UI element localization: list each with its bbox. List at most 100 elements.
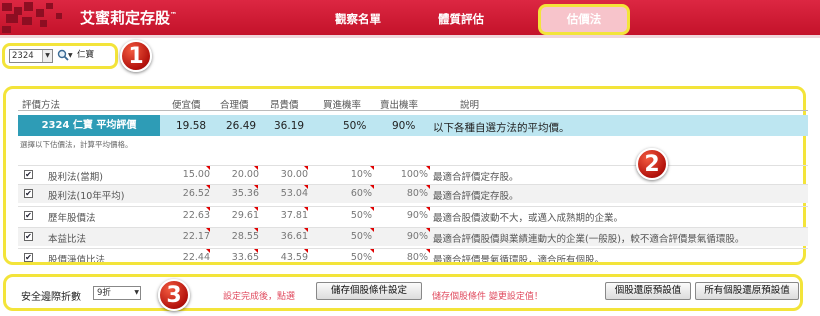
- col-cheap: 便宜價: [172, 100, 201, 111]
- chevron-down-icon[interactable]: ▼: [68, 49, 73, 62]
- reset-stock-default-button[interactable]: 個股還原預設值: [605, 282, 691, 300]
- stock-code-select[interactable]: 2324 ▼: [9, 49, 53, 63]
- tab-watchlist[interactable]: 觀察名單: [335, 11, 381, 27]
- row-sell[interactable]: 100%: [390, 169, 428, 180]
- logo-mosaic-icon: [0, 0, 72, 35]
- row-fair[interactable]: 35.36: [223, 188, 259, 199]
- row-sell[interactable]: 80%: [390, 188, 428, 199]
- row-description: 最適合評價景氣循環股，適合所有個股。: [433, 255, 605, 262]
- edit-marker-icon: [304, 185, 308, 189]
- reset-all-default-button[interactable]: 所有個股還原預設值: [695, 282, 799, 300]
- avg-fair: 26.49: [226, 120, 257, 132]
- row-fair[interactable]: 20.00: [223, 169, 259, 180]
- table-row[interactable]: ✔ 歷年股價法 22.63 29.61 37.81 50% 90% 最適合股價波…: [18, 206, 808, 225]
- row-expensive[interactable]: 30.00: [272, 169, 308, 180]
- discount-select[interactable]: 9折 ▼: [93, 286, 141, 300]
- row-expensive[interactable]: 43.59: [272, 252, 308, 262]
- edit-marker-icon: [206, 228, 210, 232]
- row-checkbox[interactable]: ✔: [24, 253, 33, 262]
- row-cheap[interactable]: 26.52: [174, 188, 210, 199]
- row-sell[interactable]: 90%: [390, 210, 428, 221]
- save-hint-text: 設定完成後，點選: [223, 292, 296, 302]
- step-badge-1: 1: [120, 40, 152, 72]
- edit-marker-icon: [206, 249, 210, 253]
- edit-marker-icon: [426, 228, 430, 232]
- col-method: 評價方法: [22, 100, 61, 111]
- row-fair[interactable]: 28.55: [223, 231, 259, 242]
- row-fair[interactable]: 33.65: [223, 252, 259, 262]
- avg-cheap: 19.58: [176, 120, 207, 132]
- col-expensive: 昂貴價: [270, 100, 299, 111]
- row-method: 歷年股價法: [48, 213, 96, 224]
- edit-marker-icon: [370, 228, 374, 232]
- edit-marker-icon: [426, 185, 430, 189]
- row-buy[interactable]: 50%: [340, 252, 372, 262]
- tab-valuation[interactable]: 估價法: [538, 4, 630, 35]
- edit-marker-icon: [304, 166, 308, 170]
- row-sell[interactable]: 90%: [390, 231, 428, 242]
- stock-name: 仁寶: [77, 50, 95, 60]
- edit-marker-icon: [370, 207, 374, 211]
- col-buy-prob: 買進機率: [323, 100, 362, 111]
- edit-marker-icon: [254, 166, 258, 170]
- safety-margin-label: 安全邊際折數: [21, 292, 81, 303]
- row-description: 最適合評價定存股。: [433, 191, 519, 202]
- edit-marker-icon: [206, 166, 210, 170]
- table-row[interactable]: ✔ 股利法(當期) 15.00 20.00 30.00 10% 100% 最適合…: [18, 165, 808, 184]
- table-row[interactable]: ✔ 本益比法 22.17 28.55 36.61 50% 90% 最適合評價股價…: [18, 227, 808, 246]
- step-badge-3: 3: [158, 279, 190, 311]
- row-fair[interactable]: 29.61: [223, 210, 259, 221]
- row-expensive[interactable]: 36.61: [272, 231, 308, 242]
- edit-marker-icon: [304, 228, 308, 232]
- chevron-down-icon[interactable]: ▼: [134, 287, 139, 299]
- row-description: 最適合評價定存股。: [433, 172, 519, 183]
- row-sell[interactable]: 80%: [390, 252, 428, 262]
- edit-marker-icon: [254, 249, 258, 253]
- col-description: 說明: [460, 100, 480, 111]
- row-buy[interactable]: 50%: [340, 210, 372, 221]
- row-method: 股利法(當期): [48, 172, 103, 183]
- edit-marker-icon: [370, 166, 374, 170]
- col-sell-prob: 賣出機率: [380, 100, 419, 111]
- row-method: 股利法(10年平均): [48, 191, 125, 202]
- edit-marker-icon: [370, 185, 374, 189]
- row-description: 最適合評價股價與業績連動大的企業(一般股)，較不適合評價景氣循環股。: [433, 234, 745, 245]
- edit-marker-icon: [370, 249, 374, 253]
- header-divider: [18, 110, 808, 111]
- edit-marker-icon: [426, 166, 430, 170]
- row-checkbox[interactable]: ✔: [24, 170, 33, 179]
- row-checkbox[interactable]: ✔: [24, 211, 33, 220]
- row-cheap[interactable]: 22.63: [174, 210, 210, 221]
- save-hint-text-2: 儲存個股條件 變更設定值！: [432, 292, 543, 302]
- edit-marker-icon: [254, 228, 258, 232]
- row-buy[interactable]: 10%: [340, 169, 372, 180]
- row-cheap[interactable]: 22.17: [174, 231, 210, 242]
- row-expensive[interactable]: 53.04: [272, 188, 308, 199]
- row-method: 本益比法: [48, 234, 87, 245]
- row-method: 股價淨值比法: [48, 255, 106, 262]
- col-fair: 合理價: [220, 100, 249, 111]
- edit-marker-icon: [426, 207, 430, 211]
- top-header: 艾蜜莉定存股™ 觀察名單 體質評估: [0, 0, 820, 35]
- header-underline: [0, 35, 820, 38]
- row-checkbox[interactable]: ✔: [24, 189, 33, 198]
- chevron-down-icon[interactable]: ▼: [42, 50, 52, 62]
- row-expensive[interactable]: 37.81: [272, 210, 308, 221]
- table-row[interactable]: ✔ 股利法(10年平均) 26.52 35.36 53.04 60% 80% 最…: [18, 184, 808, 203]
- row-buy[interactable]: 50%: [340, 231, 372, 242]
- row-description: 最適合股價波動不大，或邁入成熟期的企業。: [433, 213, 624, 224]
- save-stock-settings-button[interactable]: 儲存個股條件設定: [316, 282, 422, 300]
- row-buy[interactable]: 60%: [340, 188, 372, 199]
- avg-description: 以下各種自選方法的平均價。: [433, 122, 570, 134]
- table-row[interactable]: ✔ 股價淨值比法 22.44 33.65 43.59 50% 80% 最適合評價…: [18, 248, 808, 262]
- stock-selector-box: 2324 ▼ ▼ 仁寶: [2, 43, 118, 69]
- tab-health-check[interactable]: 體質評估: [438, 11, 484, 27]
- avg-buy: 50%: [343, 120, 367, 132]
- brand-title[interactable]: 艾蜜莉定存股™: [80, 7, 177, 28]
- row-cheap[interactable]: 15.00: [174, 169, 210, 180]
- edit-marker-icon: [206, 207, 210, 211]
- row-checkbox[interactable]: ✔: [24, 232, 33, 241]
- edit-marker-icon: [206, 185, 210, 189]
- row-cheap[interactable]: 22.44: [174, 252, 210, 262]
- edit-marker-icon: [304, 207, 308, 211]
